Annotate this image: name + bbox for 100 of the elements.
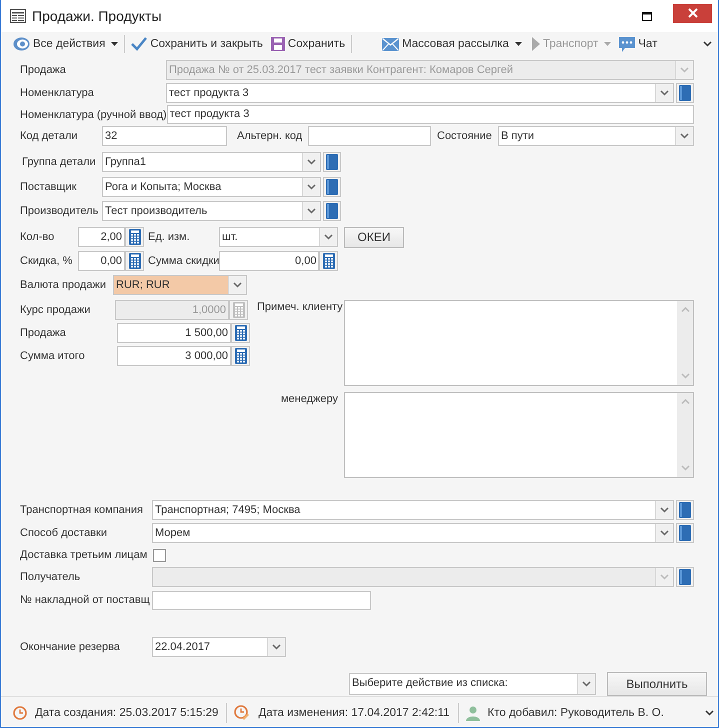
chevron-down-icon [307,208,316,214]
field-label: Поставщик [20,181,78,193]
form-icon [10,9,26,23]
field-label: Валюта продажи [20,279,107,291]
okei-button[interactable]: ОКЕИ [344,226,404,248]
status-text: Дата создания: 25.03.2017 5:15:29 [35,707,218,719]
lookup-button[interactable] [323,201,341,221]
chevron-down-icon [582,681,591,687]
calculator-button[interactable] [319,251,338,271]
dropdown-field[interactable]: шт. [219,227,338,247]
text-field[interactable]: тест продукта 3 [166,105,694,124]
chevron-down-icon [680,67,689,73]
calculator-button[interactable] [125,227,144,247]
chevron-down-icon [307,159,316,165]
dropdown-field[interactable]: Тест производитель [102,201,321,221]
dropdown-field[interactable]: Рога и Копыта; Москва [102,177,321,197]
field-label: Сумма скидки [148,255,220,267]
book-icon [326,203,338,219]
play-icon [532,37,540,51]
dropdown-field[interactable]: Группа1 [102,152,321,172]
book-icon [326,179,338,195]
chat-icon [619,36,636,52]
field-label: Кол-во [20,231,56,243]
lookup-button[interactable] [676,523,694,543]
scrollbar[interactable] [677,301,693,385]
field-label: Получатель [20,571,82,583]
book-icon [679,85,691,101]
lookup-button[interactable] [676,500,694,520]
field-label: Номенклатура (ручной ввод) [20,108,167,120]
toolbar-button[interactable]: Все действия [13,34,118,54]
text-field[interactable] [308,126,431,146]
field-label: Состояние [437,130,493,142]
chevron-down-icon [660,507,669,513]
more-button[interactable] [705,710,714,716]
text-field[interactable]: 32 [102,126,227,146]
chevron-down-icon [660,574,669,580]
book-icon [679,502,691,518]
lookup-button[interactable] [676,567,694,587]
status-text: Кто добавил: Руководитель В. О. [488,707,664,719]
toolbar-button[interactable]: Сохранить [270,34,346,54]
field-label: Альтерн. код [237,130,304,142]
chevron-down-icon [680,465,690,471]
calculator-icon [234,348,246,364]
text-field[interactable]: 2,00 [78,227,125,247]
text-field[interactable]: 0,00 [78,251,125,271]
status-text: Дата изменения: 17.04.2017 2:42:11 [258,707,450,719]
chevron-up-icon [680,307,690,313]
text-field[interactable] [152,590,371,610]
toolbar-button[interactable]: Сохранить и закрыть [131,34,263,54]
calculator-button[interactable] [231,346,250,366]
lookup-button[interactable] [323,152,341,172]
lookup-button[interactable] [676,83,694,103]
maximize-icon [642,12,652,20]
dropdown-field[interactable]: Транспортная; 7495; Москва [152,500,674,520]
close-icon [688,8,698,18]
checkbox[interactable] [153,548,166,562]
dropdown-field[interactable]: Морем [152,523,674,543]
chevron-down-icon [660,90,669,96]
field-label: Сумма итого [20,350,86,362]
chevron-down-icon [660,530,669,536]
field-label: Курс продажи [20,304,92,316]
eye-icon [13,37,30,51]
book-icon [326,154,338,170]
chevron-down-icon [307,184,316,190]
caret-icon [111,42,118,46]
book-icon [679,569,691,585]
window-title: Продажи. Продукты [32,8,162,24]
scrollbar[interactable] [677,393,693,477]
field-label: Окончание резерва [20,641,121,653]
dropdown-field[interactable]: 22.04.2017 [152,637,286,657]
text-field[interactable]: 3 000,00 [117,346,231,366]
text-field[interactable]: 1 500,00 [117,323,231,343]
run-button[interactable]: Выполнить [607,672,707,696]
chevron-down-icon [703,41,712,47]
field-label: Продажа [20,64,67,76]
close-button[interactable] [673,4,712,22]
dropdown-field[interactable]: В пути [498,126,694,146]
dropdown-field[interactable]: Выберите действие из списка: [349,673,596,695]
clock-icon [13,706,27,720]
calculator-icon [128,253,140,269]
maximize-button[interactable] [641,10,653,22]
lookup-button[interactable] [323,177,341,197]
field-label: Ед. изм. [148,231,191,243]
checkmark-icon [131,37,148,51]
toolbar-button[interactable]: Массовая рассылка [382,34,522,54]
toolbar-button[interactable]: Чат [619,34,658,54]
calculator-icon [322,253,335,269]
chevron-down-icon [272,644,281,650]
text-field[interactable]: 0,00 [219,251,320,271]
calculator-button[interactable] [125,251,144,271]
calculator-button[interactable] [231,323,250,343]
field-label: Скидка, % [20,255,74,267]
caret-icon [514,42,522,46]
more-button[interactable] [703,41,712,47]
envelope-icon [382,38,400,50]
dropdown-field[interactable]: тест продукта 3 [166,83,674,103]
calculator-icon [128,229,140,245]
field-label: Номенклатура [20,87,95,99]
dropdown-field[interactable]: RUR; RUR [113,275,247,295]
clock-pencil-icon [234,705,250,721]
